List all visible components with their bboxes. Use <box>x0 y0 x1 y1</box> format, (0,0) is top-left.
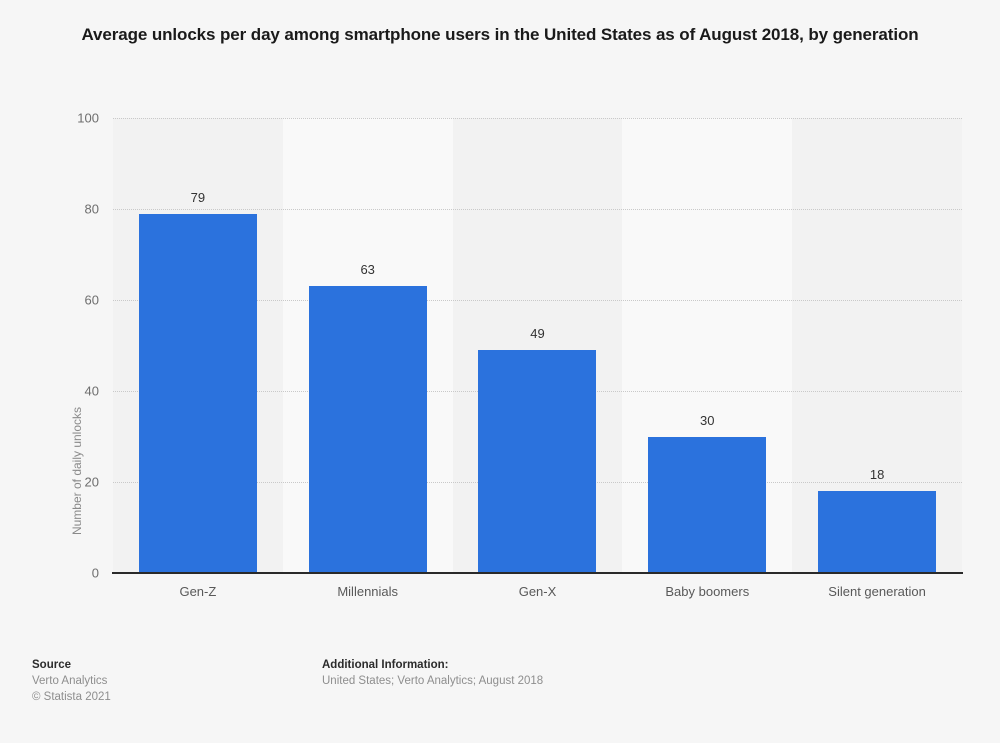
y-tick-label-60: 60 <box>84 292 99 308</box>
y-tick-label-100: 100 <box>77 110 99 126</box>
plot-area: 79 63 49 30 18 <box>112 118 963 574</box>
bar-slot-gen-x: 49 <box>453 118 623 573</box>
bar-gen-z[interactable] <box>138 213 257 573</box>
bar-slot-gen-z: 79 <box>113 118 283 573</box>
bar-value-gen-x: 49 <box>530 326 545 342</box>
bar-baby-boomers[interactable] <box>648 436 767 573</box>
y-axis-title: Number of daily unlocks <box>70 406 84 536</box>
source-name[interactable]: Verto Analytics <box>32 673 302 689</box>
source-block: Source Verto Analytics © Statista 2021 <box>32 657 302 705</box>
additional-information-text: United States; Verto Analytics; August 2… <box>322 675 544 687</box>
bar-value-millennials: 63 <box>360 262 375 278</box>
x-axis-labels: Gen-Z Millennials Gen-X Baby boomers Sil… <box>113 584 962 599</box>
x-label-millennials: Millennials <box>337 584 399 599</box>
x-label-gen-z: Gen-Z <box>179 584 217 599</box>
bars-layer: 79 63 49 30 18 <box>113 118 962 573</box>
bar-value-gen-z: 79 <box>190 189 206 205</box>
bar-millennials[interactable] <box>308 286 427 573</box>
y-axis: 100 80 60 40 20 0 Number of daily unlock… <box>47 111 99 581</box>
bar-silent-generation[interactable] <box>818 491 937 573</box>
x-label-silent-generation: Silent generation <box>828 584 926 599</box>
x-label-gen-x: Gen-X <box>518 584 557 599</box>
bar-gen-x[interactable] <box>478 350 597 573</box>
source-heading: Source <box>32 659 71 671</box>
additional-information-heading: Additional Information: <box>322 659 449 671</box>
copyright-notice: © Statista 2021 <box>32 691 111 703</box>
bar-slot-silent-generation: 18 <box>792 118 962 573</box>
bar-slot-baby-boomers: 30 <box>622 118 792 573</box>
x-axis-line <box>112 572 963 574</box>
bar-value-baby-boomers: 30 <box>700 412 715 428</box>
y-tick-label-80: 80 <box>84 201 99 217</box>
bar-value-silent-generation: 18 <box>869 467 885 483</box>
bar-slot-millennials: 63 <box>283 118 453 573</box>
x-label-baby-boomers: Baby boomers <box>665 584 750 599</box>
additional-information-block: Additional Information: United States; V… <box>322 657 922 689</box>
page-title: Average unlocks per day among smartphone… <box>81 25 919 44</box>
